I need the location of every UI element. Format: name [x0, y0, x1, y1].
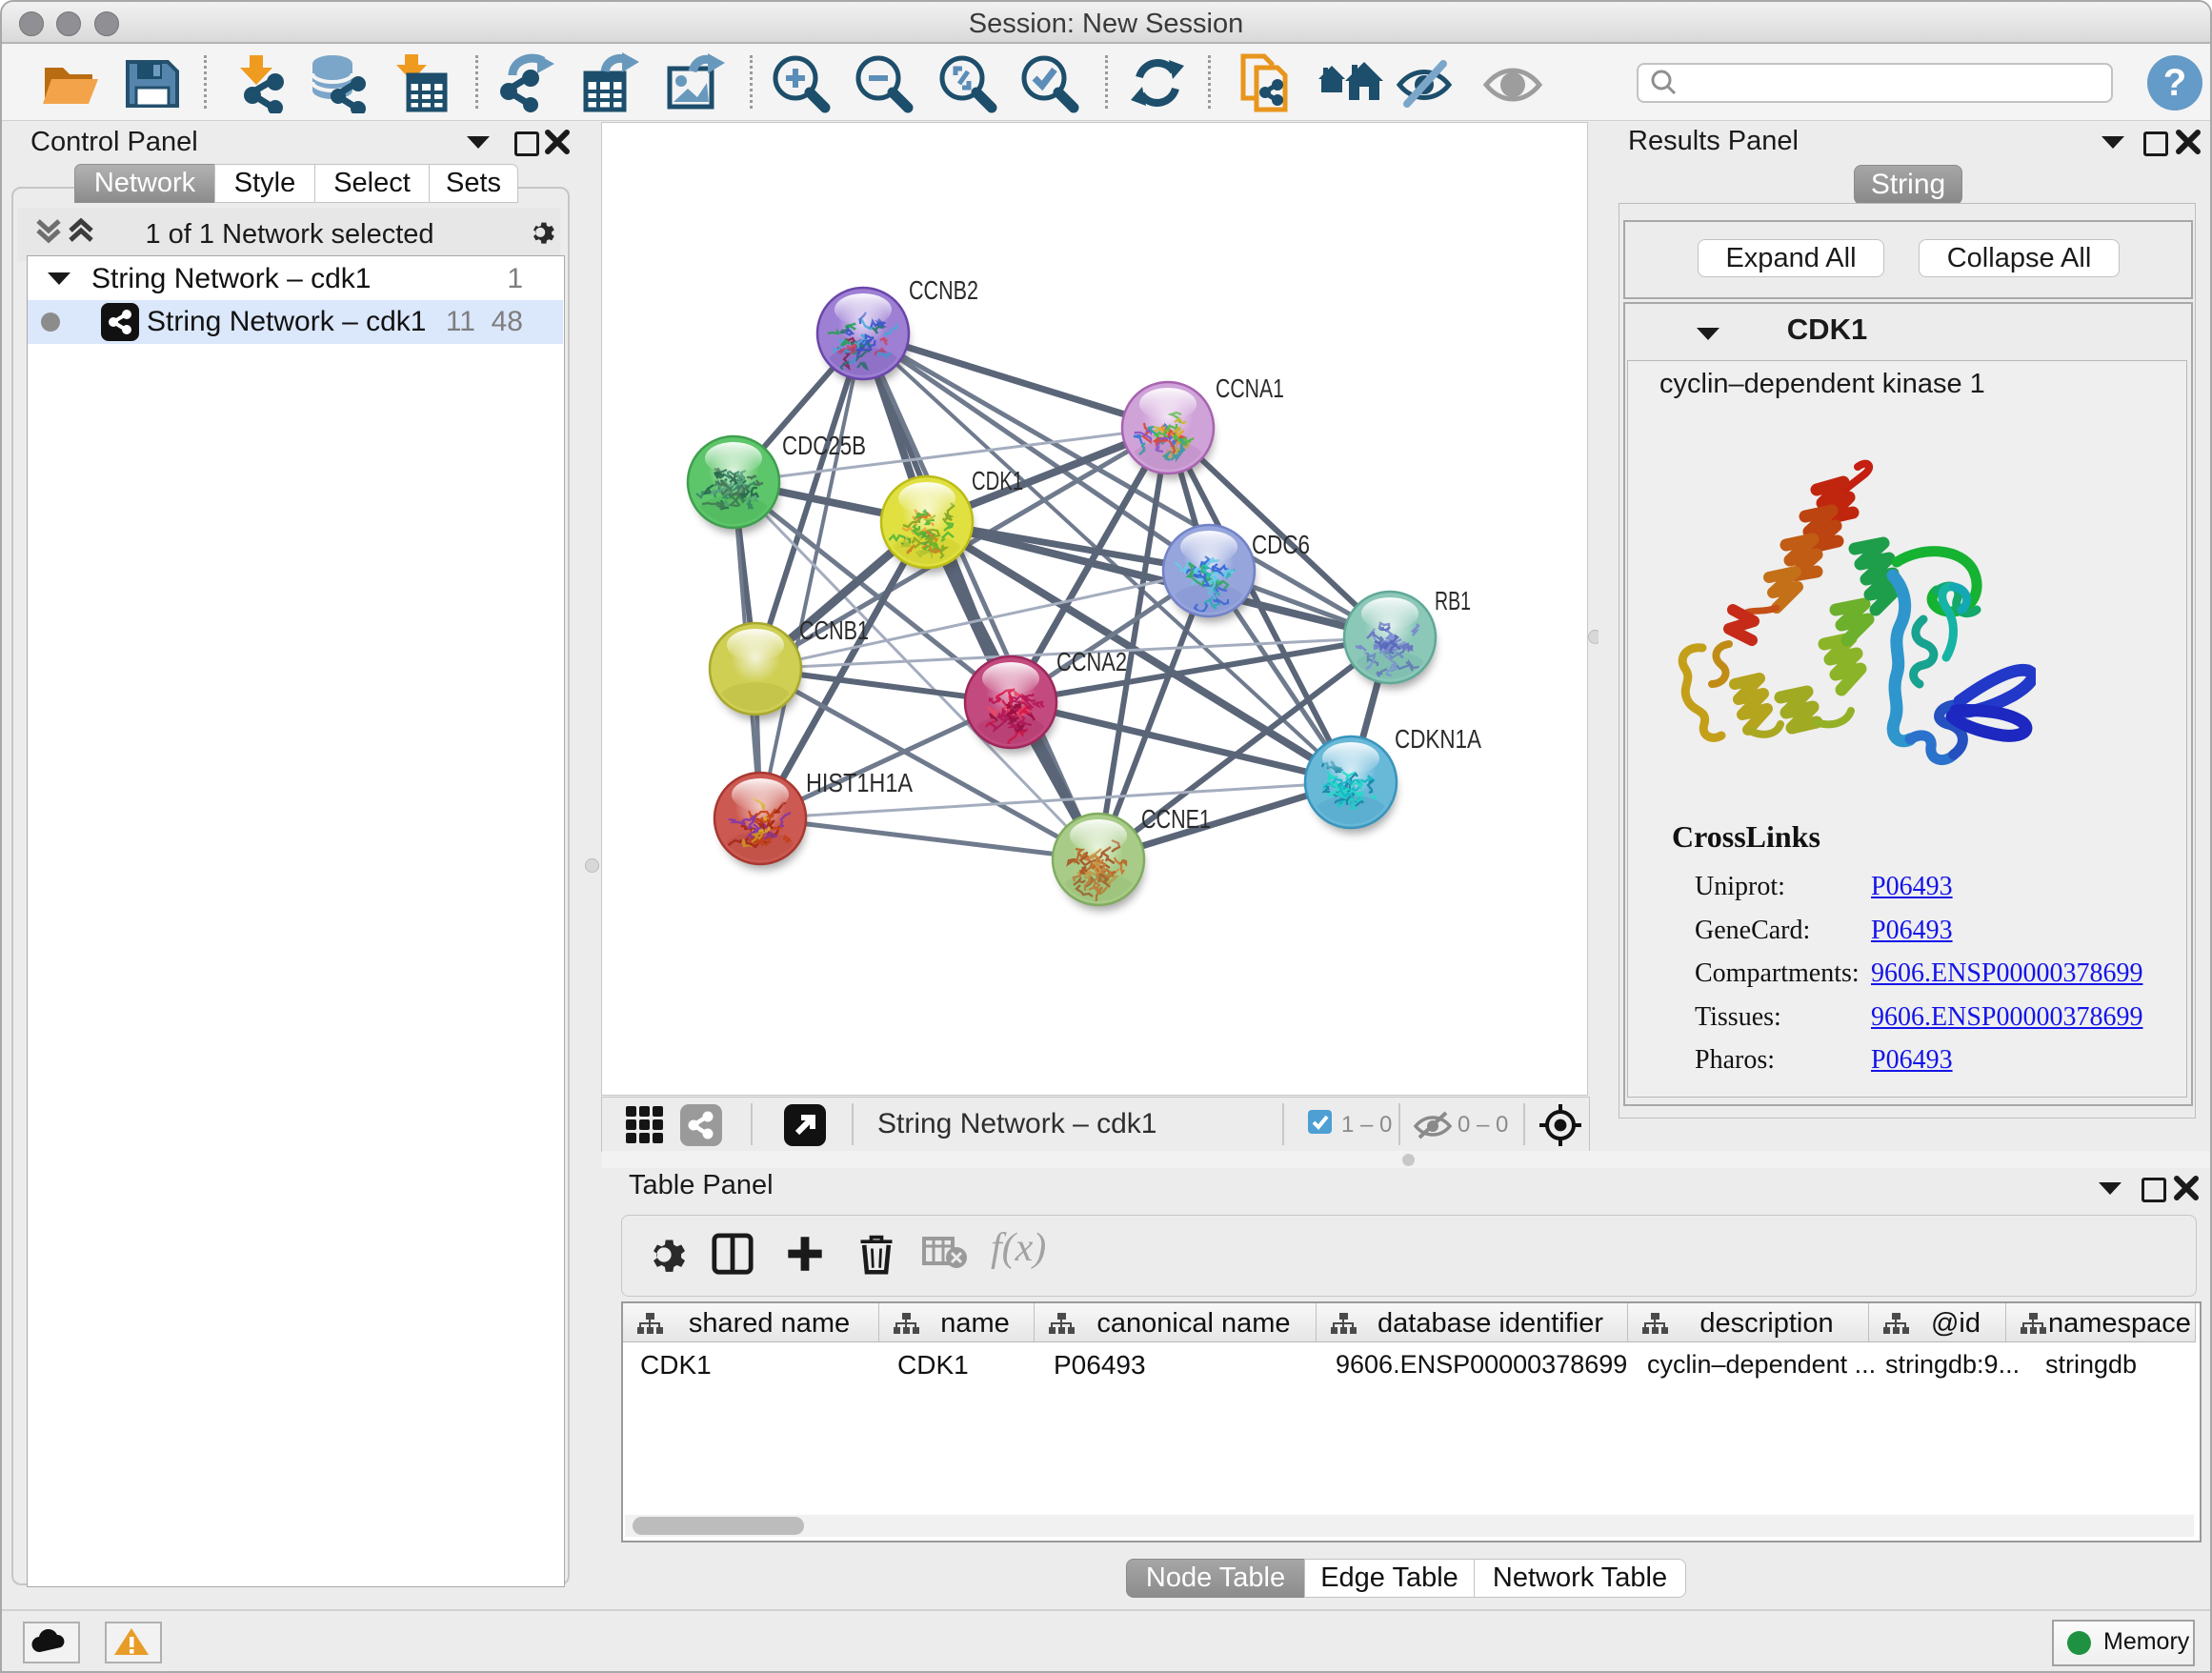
svg-text:CCNA1: CCNA1 [1216, 373, 1284, 403]
svg-text:CDC6: CDC6 [1252, 530, 1310, 559]
svg-text:CCNE1: CCNE1 [1141, 804, 1211, 834]
svg-text:CCNA2: CCNA2 [1056, 647, 1127, 676]
svg-text:RB1: RB1 [1435, 586, 1471, 615]
svg-text:CDKN1A: CDKN1A [1395, 724, 1481, 754]
svg-text:CDC25B: CDC25B [782, 431, 866, 460]
svg-text:CDK1: CDK1 [972, 466, 1023, 495]
svg-text:?: ? [2163, 62, 2186, 104]
svg-text:CCNB1: CCNB1 [799, 615, 869, 645]
svg-text:CCNB2: CCNB2 [909, 275, 978, 305]
svg-text:HIST1H1A: HIST1H1A [806, 768, 913, 797]
